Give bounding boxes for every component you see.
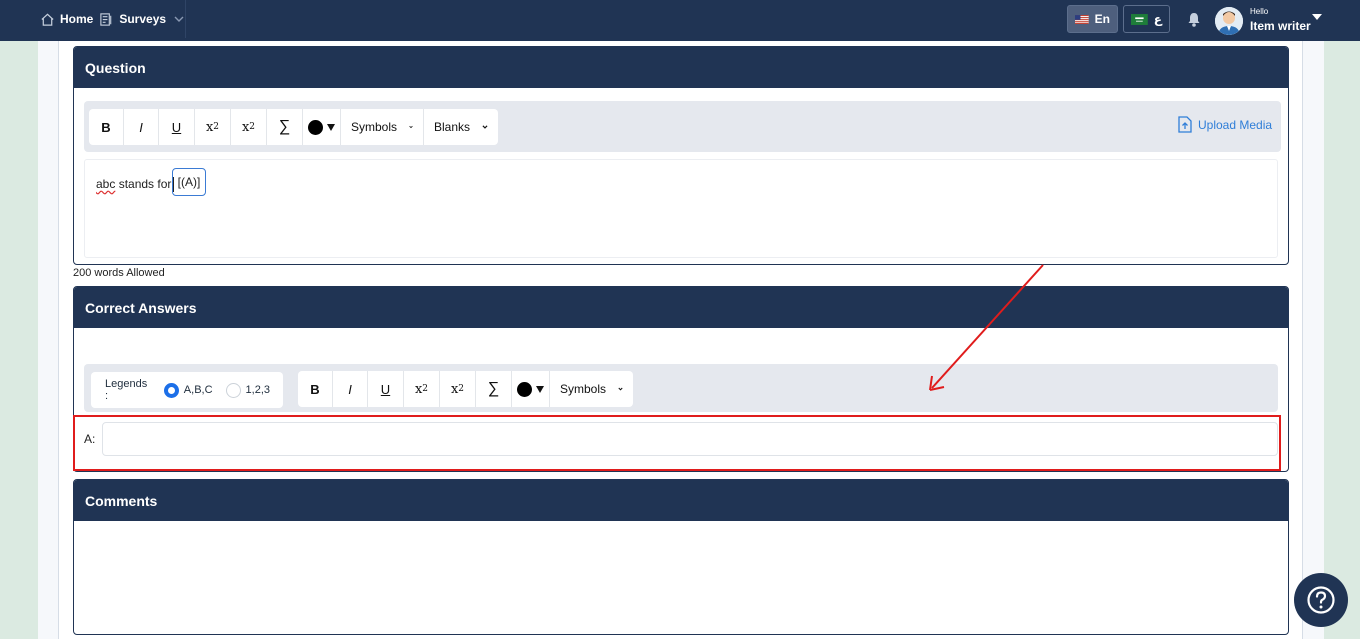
superscript-button[interactable]: x2 bbox=[231, 109, 267, 145]
upload-media-label: Upload Media bbox=[1198, 117, 1273, 132]
nav-surveys-label: Surveys bbox=[119, 12, 167, 26]
language-arabic-label: ع bbox=[1153, 12, 1162, 26]
question-formatting-toolbar: B I U x2 x2 ∑ Symbols Blanks bbox=[89, 109, 498, 145]
language-english-label: En bbox=[1094, 12, 1110, 26]
legend-selector: Legends : A,B,C 1,2,3 bbox=[91, 372, 283, 408]
chevron-down-icon bbox=[618, 387, 623, 391]
blanks-dropdown[interactable]: Blanks bbox=[424, 109, 498, 145]
superscript-mark: 2 bbox=[249, 122, 256, 132]
comments-card: Comments bbox=[73, 479, 1289, 635]
symbols-dropdown[interactable]: Symbols bbox=[550, 371, 633, 407]
subscript-button[interactable]: x2 bbox=[195, 109, 231, 145]
question-card-title: Question bbox=[74, 47, 1288, 88]
user-avatar-icon bbox=[1215, 7, 1243, 35]
bell-icon[interactable] bbox=[1186, 11, 1202, 28]
upload-file-icon bbox=[1178, 116, 1192, 133]
symbols-dropdown[interactable]: Symbols bbox=[341, 109, 424, 145]
top-navbar: Home Surveys En ع Hello Item writer bbox=[0, 0, 1360, 41]
legend-option-numbers[interactable]: 1,2,3 bbox=[225, 382, 270, 398]
italic-button[interactable]: I bbox=[124, 109, 159, 145]
legends-label: Legends : bbox=[105, 378, 148, 402]
help-button[interactable] bbox=[1294, 573, 1348, 627]
superscript-mark: 2 bbox=[458, 384, 465, 394]
surveys-icon bbox=[100, 12, 112, 26]
symbols-dropdown-label: Symbols bbox=[351, 120, 398, 134]
language-english-button[interactable]: En bbox=[1067, 5, 1118, 33]
blanks-dropdown-label: Blanks bbox=[434, 120, 471, 134]
radio-checked[interactable] bbox=[163, 382, 179, 398]
legend-option-letters-label: A,B,C bbox=[183, 384, 213, 396]
subscript-button[interactable]: x2 bbox=[404, 371, 440, 407]
nav-home-label: Home bbox=[60, 12, 94, 26]
sum-symbol-button[interactable]: ∑ bbox=[267, 109, 303, 145]
subscript-mark: 2 bbox=[213, 122, 220, 132]
comments-card-title: Comments bbox=[74, 480, 1288, 521]
bold-button[interactable]: B bbox=[89, 109, 124, 145]
blank-placeholder-chip[interactable]: [(A)] bbox=[172, 168, 206, 196]
greeting-text: Hello bbox=[1250, 7, 1269, 16]
subscript-base: x bbox=[414, 381, 423, 397]
caret-down-icon[interactable] bbox=[1312, 14, 1322, 20]
superscript-base: x bbox=[241, 119, 250, 135]
superscript-base: x bbox=[450, 381, 459, 397]
underline-button[interactable]: U bbox=[368, 371, 404, 407]
question-mark-icon bbox=[1307, 586, 1335, 614]
misspelled-word: abc bbox=[96, 177, 116, 191]
chevron-down-icon bbox=[482, 125, 488, 129]
user-name[interactable]: Item writer bbox=[1250, 19, 1311, 33]
chevron-down-icon bbox=[174, 16, 184, 22]
nav-links: Home Surveys bbox=[40, 0, 197, 38]
question-editor-text: abc stands for bbox=[96, 177, 175, 193]
saudi-flag-icon bbox=[1131, 13, 1148, 25]
nav-home[interactable]: Home bbox=[40, 12, 93, 27]
answer-a-label: A: bbox=[84, 432, 96, 446]
bold-button[interactable]: B bbox=[298, 371, 333, 407]
legend-option-letters[interactable]: A,B,C bbox=[163, 382, 213, 398]
symbols-dropdown-label: Symbols bbox=[560, 382, 607, 396]
answers-formatting-toolbar: B I U x2 x2 ∑ Symbols bbox=[298, 371, 633, 407]
color-swatch bbox=[308, 119, 323, 135]
chevron-down-icon bbox=[409, 125, 413, 129]
upload-media-button[interactable]: Upload Media bbox=[1178, 116, 1272, 133]
question-editor[interactable]: abc stands for bbox=[84, 159, 1278, 258]
nav-surveys[interactable]: Surveys bbox=[99, 12, 191, 27]
us-flag-icon bbox=[1075, 14, 1089, 24]
avatar[interactable] bbox=[1215, 7, 1243, 35]
answer-a-input[interactable] bbox=[102, 422, 1278, 456]
correct-answers-card-title: Correct Answers bbox=[74, 287, 1288, 328]
underline-button[interactable]: U bbox=[159, 109, 195, 145]
language-arabic-button[interactable]: ع bbox=[1123, 5, 1170, 33]
caret-down-icon bbox=[536, 385, 544, 393]
legend-option-numbers-label: 1,2,3 bbox=[245, 384, 270, 396]
word-limit-text: 200 words Allowed bbox=[73, 267, 165, 279]
italic-button[interactable]: I bbox=[333, 371, 368, 407]
home-icon bbox=[41, 13, 54, 26]
subscript-base: x bbox=[205, 119, 214, 135]
question-text-rest: stands for bbox=[115, 177, 172, 191]
text-color-picker[interactable] bbox=[512, 371, 550, 407]
superscript-button[interactable]: x2 bbox=[440, 371, 476, 407]
color-swatch bbox=[517, 381, 532, 397]
subscript-mark: 2 bbox=[422, 384, 429, 394]
radio-unchecked[interactable] bbox=[225, 382, 241, 398]
sum-symbol-button[interactable]: ∑ bbox=[476, 371, 512, 407]
nav-divider bbox=[185, 0, 186, 38]
text-color-picker[interactable] bbox=[303, 109, 341, 145]
caret-down-icon bbox=[327, 123, 335, 131]
